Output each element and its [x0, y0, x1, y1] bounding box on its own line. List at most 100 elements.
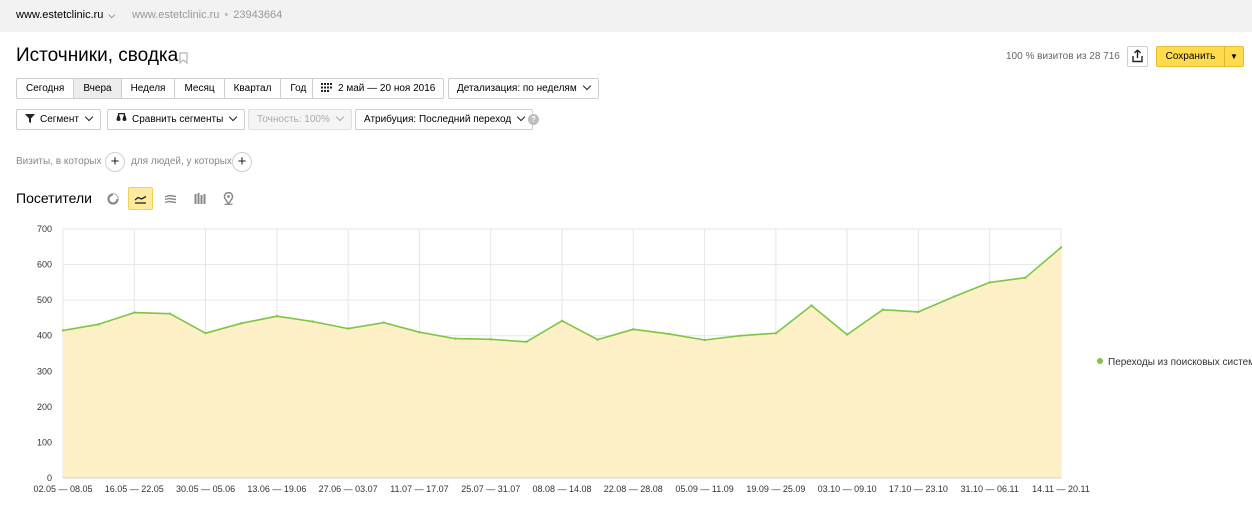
data-point — [453, 337, 457, 340]
period-button[interactable]: Квартал — [224, 79, 282, 98]
data-point — [418, 331, 421, 334]
visitors-chart: 0 100 200 300 400 500 600 700 02.05 — 08.05 16.05… — [33, 224, 1089, 494]
chevron-down-icon — [335, 112, 345, 122]
x-tick-label: 31.10 — 06.11 — [961, 484, 1019, 494]
visits-condition-label: Визиты, в которых — [16, 156, 102, 167]
data-point — [952, 295, 956, 298]
data-point — [1059, 246, 1063, 249]
data-point — [346, 327, 350, 330]
y-tick-label: 700 — [37, 224, 52, 234]
x-tick-label: 17.10 — 23.10 — [889, 484, 948, 494]
data-point — [311, 320, 314, 323]
x-tick-label: 05.09 — 11.09 — [675, 484, 733, 494]
filter-icon — [25, 114, 35, 123]
data-point — [204, 332, 207, 335]
top-bar: www.estetclinic.ru ⌵ www.estetclinic.ru • 2… — [0, 0, 1252, 32]
date-range-label: 2 май — 20 ноя 2016 — [338, 83, 436, 94]
compare-segments-button[interactable]: Сравнить сегменты — [107, 109, 246, 130]
segment-button[interactable]: Сегмент — [16, 109, 101, 130]
data-point — [596, 338, 599, 341]
x-tick-label: 19.09 — 25.09 — [746, 484, 805, 494]
separator-dot: • — [224, 9, 229, 21]
compare-icon — [116, 113, 127, 121]
map-pin-icon — [223, 192, 234, 205]
save-dropdown-chevron-icon[interactable]: ▼ — [1224, 47, 1243, 66]
period-button[interactable]: Вчера — [74, 79, 122, 98]
x-tick-label: 02.05 — 08.05 — [33, 484, 92, 494]
period-button[interactable]: Неделя — [121, 79, 176, 98]
site-selector[interactable]: www.estetclinic.ru ⌵ — [16, 9, 115, 21]
y-tick-label: 500 — [37, 295, 52, 305]
x-tick-label: 16.05 — 22.05 — [105, 484, 164, 494]
legend-label: Переходы из поисковых систем — [1108, 357, 1252, 368]
help-icon[interactable]: ? — [528, 114, 539, 125]
map-button[interactable] — [216, 187, 241, 210]
save-button[interactable]: Сохранить ▼ — [1156, 46, 1244, 67]
calendar-icon — [321, 83, 332, 92]
accuracy-dropdown: Точность: 100% — [248, 109, 352, 130]
data-point — [97, 323, 100, 326]
chevron-down-icon — [84, 112, 94, 122]
line-chart-button[interactable] — [128, 187, 153, 210]
y-tick-label: 300 — [37, 366, 52, 376]
line-chart-icon — [134, 195, 147, 204]
x-tick-label: 11.07 — 17.07 — [390, 484, 448, 494]
detail-label: Детализация: по неделям — [457, 83, 577, 94]
period-button[interactable]: Год — [281, 79, 316, 98]
chevron-down-icon — [229, 112, 238, 122]
data-point — [1024, 276, 1027, 279]
data-point — [739, 334, 742, 337]
site-name: www.estetclinic.ru — [16, 9, 104, 21]
period-selector: Сегодня Вчера Неделя Месяц Квартал Год — [16, 78, 317, 99]
chart-legend[interactable]: Переходы из поисковых систем — [1097, 357, 1252, 368]
data-point — [61, 329, 65, 332]
y-tick-label: 100 — [37, 437, 52, 447]
period-button[interactable]: Месяц — [175, 79, 225, 98]
data-point — [560, 319, 564, 322]
data-point — [703, 338, 706, 342]
data-point — [917, 310, 920, 314]
counter-id: 23943664 — [233, 9, 283, 21]
compare-label: Сравнить сегменты — [132, 114, 224, 125]
people-condition-label: для людей, у которых — [131, 156, 232, 167]
x-tick-label: 22.08 — 28.08 — [604, 484, 663, 494]
x-tick-label: 30.05 — 05.06 — [176, 484, 235, 494]
site-info: www.estetclinic.ru • 23943664 — [132, 9, 282, 21]
legend-swatch — [1097, 358, 1103, 364]
data-point — [133, 311, 136, 314]
secondary-site: www.estetclinic.ru — [132, 9, 220, 21]
attribution-dropdown[interactable]: Атрибуция: Последний переход — [355, 109, 534, 130]
chevron-down-icon — [516, 112, 526, 122]
period-button[interactable]: Сегодня — [17, 79, 75, 98]
bookmark-icon[interactable] — [179, 52, 188, 64]
data-point — [988, 281, 991, 284]
detail-dropdown[interactable]: Детализация: по неделям — [448, 78, 599, 99]
data-point — [525, 340, 528, 343]
y-tick-label: 400 — [37, 331, 52, 341]
x-tick-label: 03.10 — 09.10 — [818, 484, 877, 494]
add-visit-condition-button[interactable]: + — [105, 152, 125, 172]
data-point — [881, 308, 884, 311]
data-point — [667, 332, 671, 336]
stacked-area-icon — [164, 194, 177, 203]
x-tick-label: 27.06 — 03.07 — [319, 484, 378, 494]
data-point — [774, 332, 778, 335]
page-title: Источники, сводка — [16, 45, 179, 66]
share-icon — [1132, 49, 1143, 63]
date-range-button[interactable]: 2 май — 20 ноя 2016 — [312, 78, 445, 99]
visits-note: 100 % визитов из 28 716 — [1006, 51, 1120, 62]
bar-chart-button[interactable] — [187, 187, 212, 210]
data-point — [632, 328, 635, 331]
stacked-area-button[interactable] — [158, 187, 183, 210]
share-button[interactable] — [1127, 46, 1148, 67]
bar-chart-icon — [194, 193, 205, 204]
segment-label: Сегмент — [40, 114, 79, 125]
add-people-condition-button[interactable]: + — [232, 152, 252, 172]
pie-chart-button[interactable] — [100, 187, 125, 210]
x-tick-label: 25.07 — 31.07 — [461, 484, 520, 494]
section-title: Посетители — [16, 190, 92, 206]
pie-chart-icon — [106, 192, 119, 205]
attribution-label: Атрибуция: Последний переход — [364, 114, 512, 125]
y-tick-label: 0 — [47, 473, 52, 483]
data-point — [810, 304, 813, 307]
